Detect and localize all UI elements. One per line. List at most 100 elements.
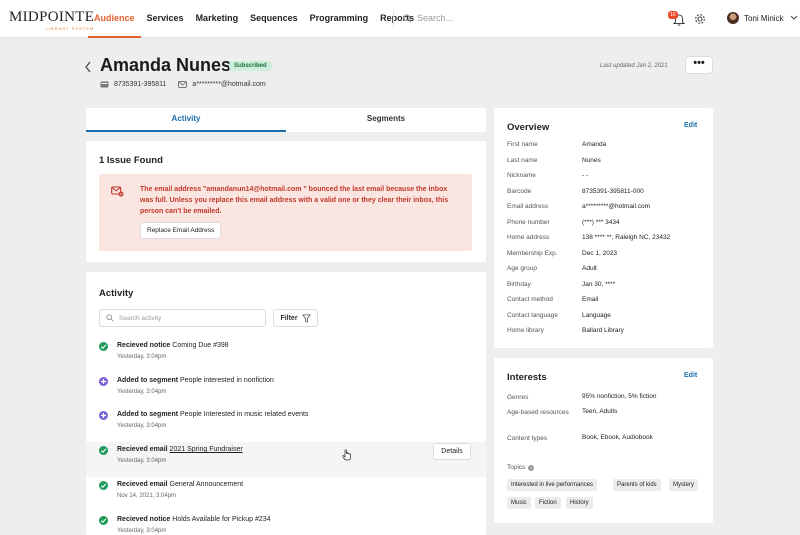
tab-activity[interactable]: Activity	[86, 108, 286, 132]
top-nav: MIDPOINTE LIBRARY SYSTEM Audience Servic…	[0, 0, 800, 38]
topic-chip[interactable]: Parents of kids	[613, 479, 661, 491]
issue-alert: The email address "amandanun14@hotmail.c…	[99, 174, 472, 251]
logo[interactable]: MIDPOINTE LIBRARY SYSTEM	[9, 9, 95, 32]
interests-edit-link[interactable]: Edit	[684, 372, 697, 379]
tab-segments[interactable]: Segments	[286, 108, 486, 132]
nav-divider	[393, 11, 394, 27]
activity-action: Recieved notice	[117, 516, 171, 523]
activity-detail: People interested in nonfiction	[180, 377, 274, 384]
topics-label: Topics i	[507, 464, 535, 471]
field-value: Nunes	[582, 156, 601, 164]
field-value: Jan 30, ****	[582, 280, 616, 288]
activity-time: Yesterday, 3:04pm	[117, 423, 167, 429]
activity-search-input[interactable]: Search activity	[99, 309, 266, 327]
field-value: Ballard Library	[582, 327, 624, 334]
issue-title: 1 Issue Found	[99, 155, 163, 166]
activity-detail: General Announcement	[169, 481, 244, 488]
activity-action: Added to segment	[117, 377, 179, 384]
topic-chip[interactable]: Music	[507, 497, 531, 509]
activity-item[interactable]: Added to segment People Interested in mu…	[86, 407, 486, 442]
nav-item-programming[interactable]: Programming	[304, 0, 375, 38]
interests-title: Interests	[507, 372, 547, 383]
field-label: Barcode	[507, 187, 532, 195]
filter-button[interactable]: Filter	[273, 309, 318, 327]
field-label: Home address	[507, 234, 550, 241]
details-button[interactable]: Details	[433, 443, 471, 460]
field-label: Age group	[507, 265, 537, 272]
tab-bar: Activity Segments	[86, 108, 486, 132]
barcode-text: 8735391-395811	[114, 81, 167, 88]
overview-edit-link[interactable]: Edit	[684, 122, 697, 129]
more-options-button[interactable]: •••	[685, 56, 713, 74]
plus-icon	[99, 377, 108, 386]
activity-time: Yesterday, 3:04pm	[117, 389, 167, 395]
mail-alert-icon	[111, 186, 124, 197]
user-menu[interactable]: Toni Minick	[727, 12, 798, 24]
check-icon	[99, 342, 108, 351]
topic-chip[interactable]: History	[566, 497, 593, 509]
topic-chip[interactable]: Mystery	[669, 479, 698, 491]
field-label: Phone number	[507, 218, 550, 226]
activity-detail: Holds Available for Pickup #234	[172, 516, 271, 523]
overview-card: Overview Edit First name Amanda Last name…	[494, 108, 713, 348]
search-icon	[106, 314, 114, 322]
activity-item[interactable]: Recieved notice Coming Due #398 Yesterda…	[86, 338, 486, 373]
chevron-left-icon	[85, 61, 91, 73]
activity-item[interactable]: Recieved email 2021 Spring Fundraiser Ye…	[86, 442, 486, 477]
field-label: Membership Exp.	[507, 249, 558, 257]
settings-button[interactable]	[694, 13, 706, 27]
gear-icon	[695, 14, 705, 24]
field-label: First name	[507, 141, 538, 148]
replace-email-button[interactable]: Replace Email Address	[140, 222, 222, 239]
field-value: 138 **** **, Raleigh NC, 23432	[582, 234, 671, 241]
activity-detail: Coming Due #398	[172, 342, 229, 349]
nav-search-input[interactable]: Search...	[403, 13, 453, 23]
topic-chip[interactable]: Interested in live performances	[507, 479, 598, 491]
plus-icon	[99, 411, 108, 420]
activity-item[interactable]: Added to segment People interested in no…	[86, 373, 486, 408]
page-title: Amanda Nunes	[100, 55, 232, 75]
filter-label: Filter	[280, 314, 298, 322]
info-icon[interactable]: i	[528, 464, 535, 471]
nav-search-placeholder: Search...	[417, 13, 454, 23]
activity-card: Activity Search activity Filter Recieved…	[86, 272, 486, 535]
topics-label-text: Topics	[507, 464, 526, 471]
logo-text: MIDPOINTE	[9, 9, 95, 25]
issue-message: The email address "amandanun14@hotmail.c…	[140, 186, 449, 215]
mouse-cursor-icon	[342, 449, 351, 461]
email-text: a*********@hotmail.com	[192, 81, 266, 88]
activity-search-placeholder: Search activity	[119, 314, 162, 322]
logo-subtext: LIBRARY SYSTEM	[45, 26, 95, 31]
nav-item-sequences[interactable]: Sequences	[244, 0, 304, 38]
back-button[interactable]	[84, 60, 92, 76]
search-icon	[403, 13, 412, 22]
field-value: Amanda	[582, 141, 607, 148]
overview-title: Overview	[507, 122, 550, 133]
avatar	[727, 12, 739, 24]
activity-action: Recieved email	[117, 481, 168, 488]
field-label: Contact language	[507, 311, 558, 319]
activity-item[interactable]: Recieved email General Announcement Nov …	[86, 477, 486, 512]
notification-button[interactable]: 10	[668, 11, 686, 28]
nav-item-audience[interactable]: Audience	[88, 0, 141, 38]
nav-item-services[interactable]: Services	[141, 0, 190, 38]
activity-detail-link[interactable]: 2021 Spring Fundraiser	[170, 446, 243, 453]
activity-time: Nov 14, 2021, 3:04pm	[117, 493, 177, 499]
notification-count-badge: 10	[668, 11, 678, 19]
field-label: Birthday	[507, 280, 531, 288]
nav-item-marketing[interactable]: Marketing	[190, 0, 245, 38]
contact-meta: 8735391-395811 a*********@hotmail.com	[100, 81, 266, 88]
field-value: - -	[582, 172, 589, 179]
activity-item[interactable]: Recieved notice Holds Available for Pick…	[86, 512, 486, 535]
activity-time: Yesterday, 3:04pm	[117, 354, 167, 360]
check-icon	[99, 481, 108, 490]
activity-action: Recieved notice	[117, 342, 171, 349]
field-value: Dec 1, 2023	[582, 249, 618, 257]
field-value: 95% nonfiction, 5% fiction	[582, 393, 657, 400]
check-icon	[99, 516, 108, 525]
field-label: Last name	[507, 156, 538, 164]
topic-chip[interactable]: Fiction	[535, 497, 561, 509]
mail-icon	[178, 81, 188, 88]
field-value: Language	[582, 311, 611, 319]
field-label: Email address	[507, 203, 549, 210]
